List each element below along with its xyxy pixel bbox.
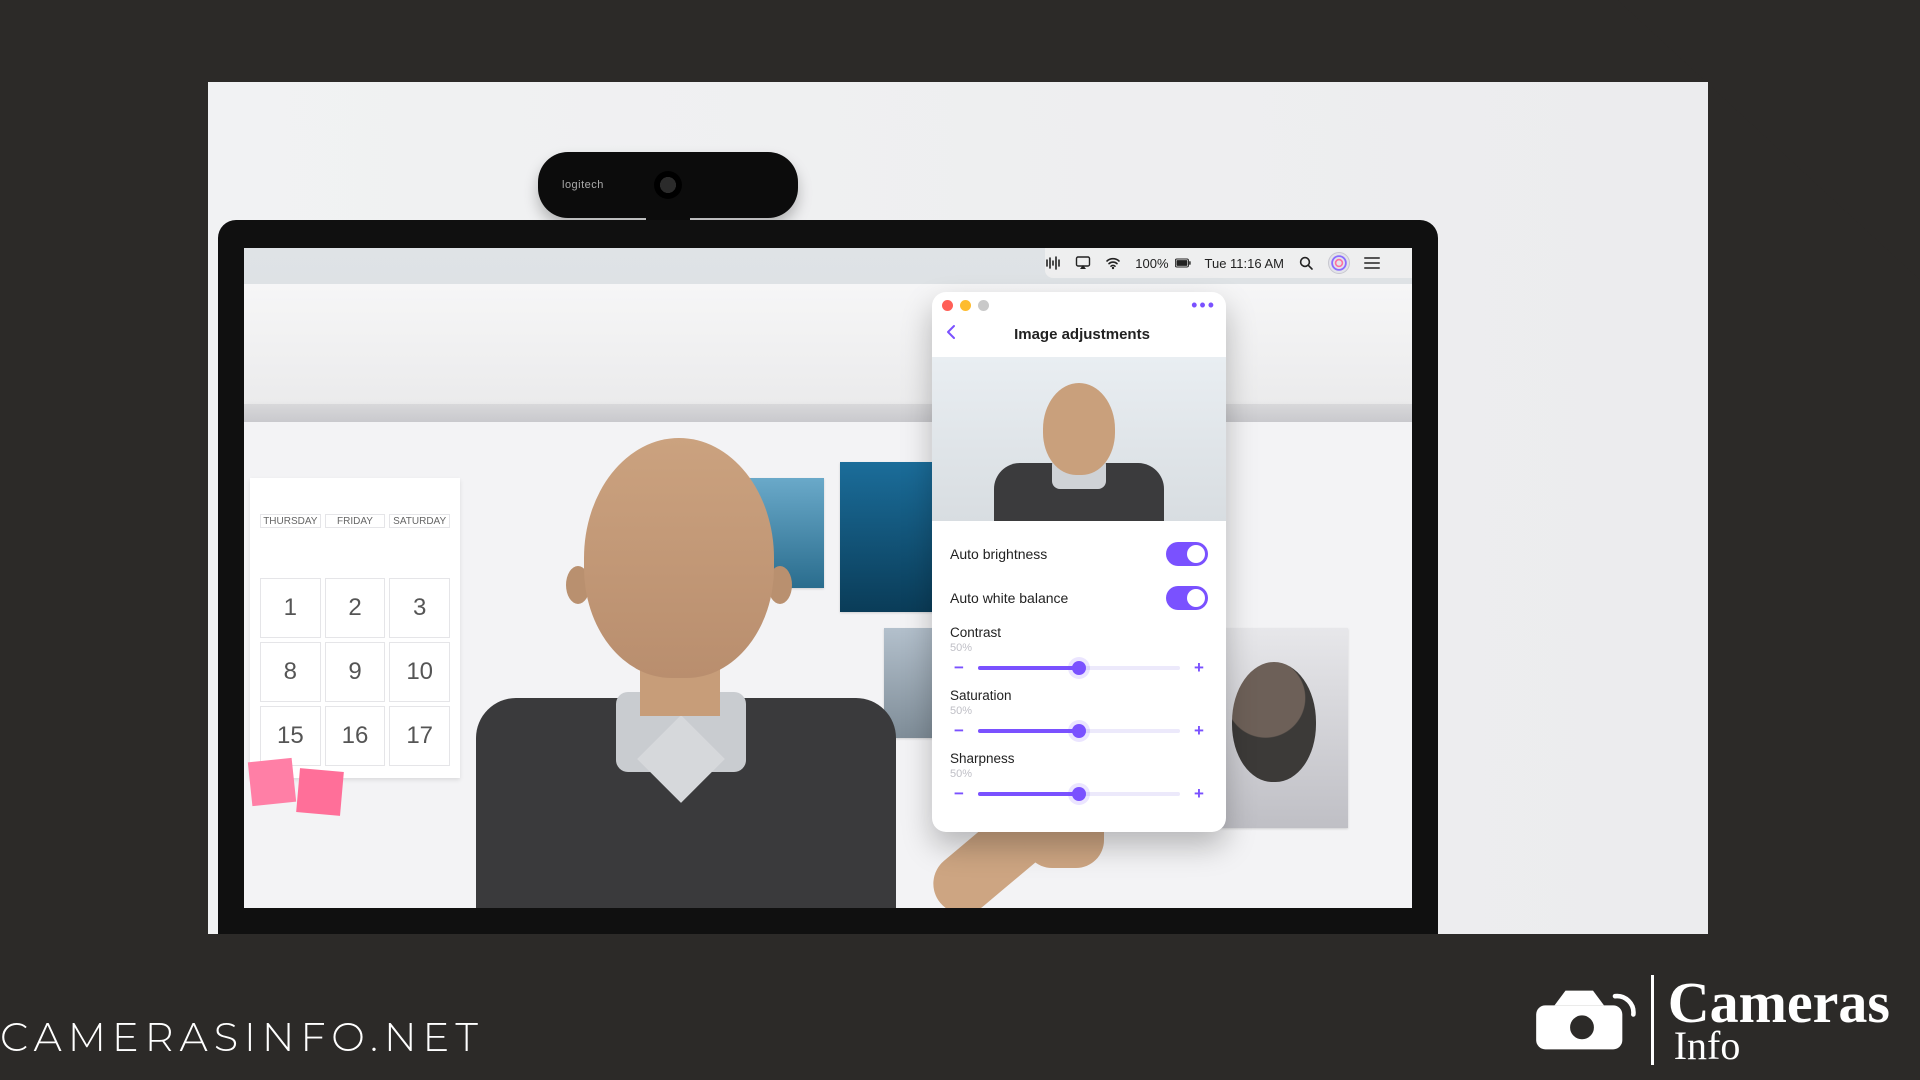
increase-button[interactable]: + — [1190, 658, 1208, 678]
logo-divider — [1651, 975, 1654, 1065]
calendar-cell: 1 — [260, 578, 321, 638]
camera-icon — [1527, 980, 1637, 1060]
monitor-screen: THURSDAY FRIDAY SATURDAY 1 2 3 8 9 10 15… — [244, 248, 1412, 908]
slider-row-sharpness: Sharpness 50% − + — [950, 751, 1208, 804]
logo-text-line2: Info — [1668, 1026, 1890, 1066]
decrease-button[interactable]: − — [950, 784, 968, 804]
slider-row-contrast: Contrast 50% − + — [950, 625, 1208, 678]
window-traffic-lights — [942, 300, 989, 311]
battery-status[interactable]: 100% — [1135, 255, 1190, 271]
sharpness-slider[interactable] — [978, 792, 1180, 796]
person-on-camera — [364, 368, 984, 908]
slider-row-saturation: Saturation 50% − + — [950, 688, 1208, 741]
webcam-device: logitech — [538, 152, 798, 218]
toggle-row-auto-white-balance: Auto white balance — [950, 581, 1208, 615]
sticky-note — [296, 768, 344, 816]
image-adjustments-window: ••• Image adjustments Auto brightness — [932, 292, 1226, 832]
spotlight-search-icon[interactable] — [1298, 255, 1314, 271]
decrease-button[interactable]: − — [950, 721, 968, 741]
desktop-scene: THURSDAY FRIDAY SATURDAY 1 2 3 8 9 10 15… — [244, 248, 1412, 908]
siri-icon[interactable] — [1328, 252, 1350, 274]
macos-menubar: 100% Tue 11:16 AM — [1045, 248, 1412, 278]
camera-preview — [932, 357, 1226, 521]
menubar-clock[interactable]: Tue 11:16 AM — [1205, 256, 1285, 271]
panel-title: Image adjustments — [950, 326, 1214, 343]
calendar-header: THURSDAY — [260, 514, 321, 528]
sticky-note — [248, 758, 296, 806]
slider-label: Contrast — [950, 625, 1001, 640]
contrast-slider[interactable] — [978, 666, 1180, 670]
slider-value-label: 50% — [950, 705, 1208, 717]
wifi-icon[interactable] — [1105, 255, 1121, 271]
airplay-icon[interactable] — [1075, 255, 1091, 271]
footer-site-url: CAMERASINFO.NET — [0, 1013, 484, 1062]
notification-center-icon[interactable] — [1364, 257, 1380, 269]
slider-label: Sharpness — [950, 751, 1015, 766]
slider-value-label: 50% — [950, 768, 1208, 780]
auto-white-balance-toggle[interactable] — [1166, 586, 1208, 610]
window-minimize-button[interactable] — [960, 300, 971, 311]
product-photo-frame: logitech THURSDAY FRIDAY SATURDAY 1 2 3 … — [208, 82, 1708, 934]
toggle-label: Auto brightness — [950, 546, 1047, 562]
battery-percent-label: 100% — [1135, 256, 1168, 271]
audio-levels-icon[interactable] — [1045, 255, 1061, 271]
calendar-cell: 8 — [260, 642, 321, 702]
auto-brightness-toggle[interactable] — [1166, 542, 1208, 566]
slider-label: Saturation — [950, 688, 1012, 703]
toggle-label: Auto white balance — [950, 590, 1068, 606]
monitor-bezel: THURSDAY FRIDAY SATURDAY 1 2 3 8 9 10 15… — [218, 220, 1438, 934]
slider-value-label: 50% — [950, 642, 1208, 654]
window-close-button[interactable] — [942, 300, 953, 311]
more-options-button[interactable]: ••• — [1191, 296, 1216, 314]
decrease-button[interactable]: − — [950, 658, 968, 678]
controls-list: Auto brightness Auto white balance Contr… — [932, 529, 1226, 820]
increase-button[interactable]: + — [1190, 784, 1208, 804]
toggle-row-auto-brightness: Auto brightness — [950, 537, 1208, 571]
saturation-slider[interactable] — [978, 729, 1180, 733]
webcam-brand-label: logitech — [562, 179, 604, 191]
window-titlebar[interactable]: ••• — [932, 292, 1226, 318]
window-zoom-button[interactable] — [978, 300, 989, 311]
site-logo: Cameras Info — [1527, 974, 1890, 1066]
increase-button[interactable]: + — [1190, 721, 1208, 741]
